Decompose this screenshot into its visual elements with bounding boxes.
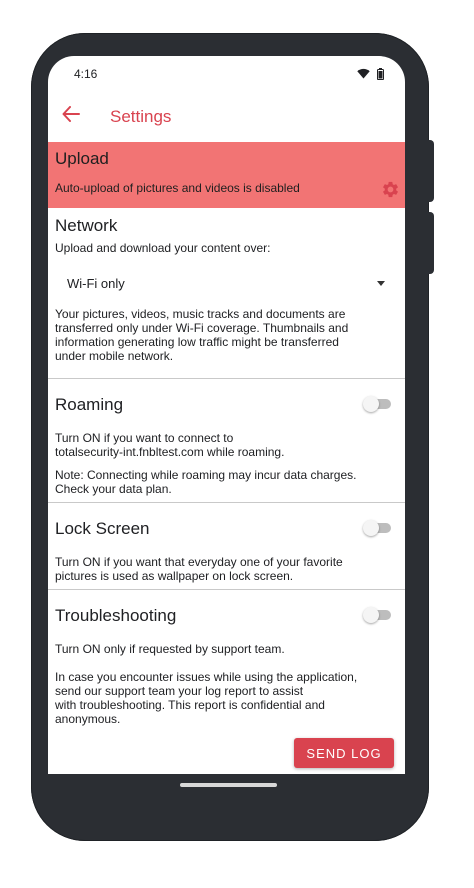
section-divider <box>48 589 405 590</box>
network-description-line: Your pictures, videos, music tracks and … <box>55 307 346 321</box>
roaming-description-line: totalsecurity-int.fnbltest.com while roa… <box>55 445 285 459</box>
section-divider <box>48 378 405 379</box>
lockscreen-title: Lock Screen <box>55 519 150 538</box>
toggle-thumb <box>363 607 379 623</box>
roaming-note-line: Check your data plan. <box>55 482 172 496</box>
battery-icon <box>377 68 384 80</box>
network-subtitle: Upload and download your content over: <box>55 241 271 255</box>
status-bar: 4:16 <box>48 56 405 92</box>
chevron-down-icon <box>377 281 385 286</box>
wifi-icon <box>357 68 370 79</box>
back-arrow-icon[interactable] <box>62 106 80 122</box>
phone-side-button <box>426 212 434 274</box>
status-time: 4:16 <box>74 67 98 81</box>
roaming-title: Roaming <box>55 395 124 414</box>
section-divider <box>48 502 405 503</box>
lockscreen-description-line: Turn ON if you want that everyday one of… <box>55 555 343 569</box>
lockscreen-description-line: pictures is used as wallpaper on lock sc… <box>55 569 294 583</box>
troubleshooting-info-line: with troubleshooting. This report is con… <box>55 698 325 712</box>
network-description-line: information generating low traffic might… <box>55 335 339 349</box>
screen: 4:16 Settings Upload Auto-upload of pict… <box>48 56 405 774</box>
troubleshooting-info-line: anonymous. <box>55 712 121 726</box>
network-dropdown[interactable]: Wi-Fi only <box>55 272 385 296</box>
phone-side-button <box>426 140 434 202</box>
toggle-thumb <box>363 396 379 412</box>
roaming-description-line: Turn ON if you want to connect to <box>55 431 234 445</box>
upload-banner: Upload Auto-upload of pictures and video… <box>48 142 405 208</box>
toggle-thumb <box>363 520 379 536</box>
home-indicator[interactable] <box>180 783 277 787</box>
app-bar: Settings <box>48 92 405 142</box>
network-description-line: under mobile network. <box>55 349 174 363</box>
troubleshooting-toggle[interactable] <box>363 607 391 623</box>
send-log-button[interactable]: SEND LOG <box>294 738 394 768</box>
page-title: Settings <box>110 107 172 126</box>
network-dropdown-value: Wi-Fi only <box>67 276 125 291</box>
network-title: Network <box>55 216 118 235</box>
upload-title: Upload <box>55 149 109 168</box>
gear-icon[interactable] <box>381 180 400 199</box>
upload-description: Auto-upload of pictures and videos is di… <box>55 181 300 195</box>
troubleshooting-info-line: In case you encounter issues while using… <box>55 670 358 684</box>
troubleshooting-description: Turn ON only if requested by support tea… <box>55 642 285 656</box>
troubleshooting-title: Troubleshooting <box>55 606 177 625</box>
network-description-line: transferred only under Wi-Fi coverage. T… <box>55 321 349 335</box>
roaming-note-line: Note: Connecting while roaming may incur… <box>55 468 357 482</box>
troubleshooting-info-line: send our support team your log report to… <box>55 684 304 698</box>
lockscreen-toggle[interactable] <box>363 520 391 536</box>
roaming-toggle[interactable] <box>363 396 391 412</box>
